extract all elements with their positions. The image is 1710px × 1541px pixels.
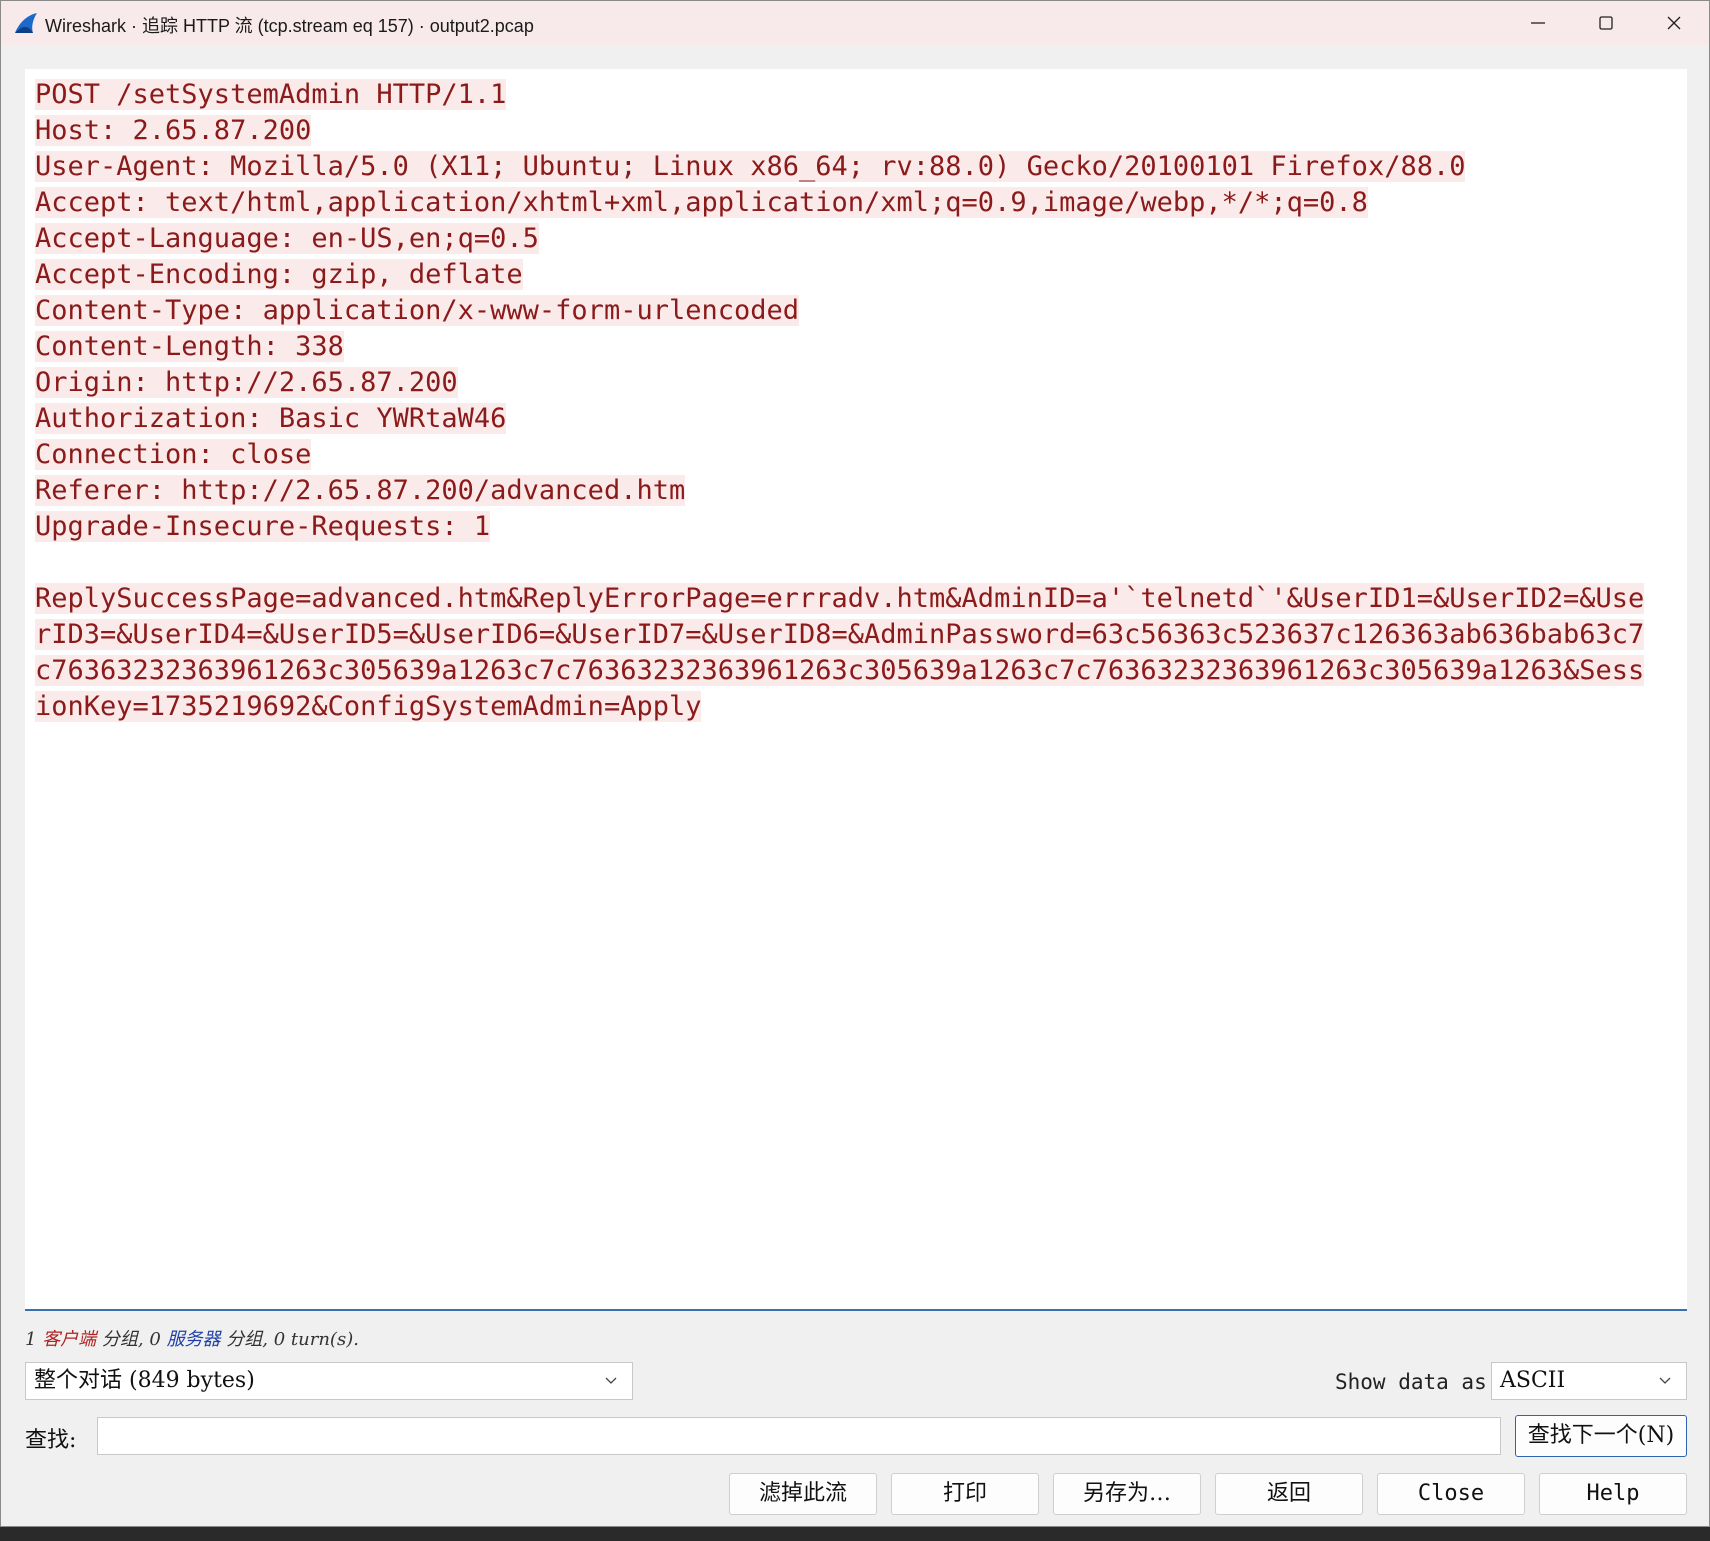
stream-blank-line: [35, 545, 1685, 581]
stream-stats: 1 客户端 分组, 0 服务器 分组, 0 turn(s).: [25, 1325, 359, 1351]
window-title: Wireshark · 追踪 HTTP 流 (tcp.stream eq 157…: [45, 16, 534, 36]
show-data-select-value: ASCII: [1500, 1368, 1566, 1393]
close-icon: [1667, 16, 1681, 30]
stream-body-line: ReplySuccessPage=advanced.htm&ReplyError…: [35, 583, 1645, 614]
server-label: 服务器: [166, 1329, 221, 1350]
stream-text: POST /setSystemAdmin HTTP/1.1 Host: 2.65…: [35, 77, 1685, 725]
stream-line-request: POST /setSystemAdmin HTTP/1.1: [35, 79, 507, 110]
stream-line-origin: Origin: http://2.65.87.200: [35, 367, 458, 398]
stream-line-authorization: Authorization: Basic YWRtaW46: [35, 403, 507, 434]
stream-line-content-length: Content-Length: 338: [35, 331, 344, 362]
show-data-label: Show data as: [1335, 1370, 1487, 1394]
chevron-down-icon: [605, 1377, 617, 1384]
desktop-background: [0, 1527, 1710, 1541]
chevron-down-icon: [1659, 1377, 1671, 1384]
stats-middle: 分组, 0: [101, 1329, 161, 1350]
stream-content-area[interactable]: POST /setSystemAdmin HTTP/1.1 Host: 2.65…: [25, 69, 1687, 1311]
title-bar[interactable]: Wireshark · 追踪 HTTP 流 (tcp.stream eq 157…: [1, 1, 1709, 45]
save-as-button[interactable]: 另存为…: [1053, 1473, 1201, 1515]
stream-line-content-type: Content-Type: application/x-www-form-url…: [35, 295, 800, 326]
client-count: 1: [25, 1329, 37, 1350]
stream-line-user-agent: User-Agent: Mozilla/5.0 (X11; Ubuntu; Li…: [35, 151, 1466, 182]
stream-line-accept-encoding: Accept-Encoding: gzip, deflate: [35, 259, 523, 290]
find-input[interactable]: [97, 1417, 1501, 1455]
stream-body-line: c76363232363961263c305639a1263c7c7636323…: [35, 655, 1645, 686]
stream-line-host: Host: 2.65.87.200: [35, 115, 312, 146]
stream-body-line: ionKey=1735219692&ConfigSystemAdmin=Appl…: [35, 691, 702, 722]
stream-line-connection: Connection: close: [35, 439, 312, 470]
follow-stream-window: Wireshark · 追踪 HTTP 流 (tcp.stream eq 157…: [0, 0, 1710, 1527]
stream-line-accept-language: Accept-Language: en-US,en;q=0.5: [35, 223, 539, 254]
stream-body-line: rID3=&UserID4=&UserID5=&UserID6=&UserID7…: [35, 619, 1645, 650]
minimize-icon: [1531, 22, 1545, 24]
close-window-button[interactable]: [1639, 1, 1709, 45]
conversation-select[interactable]: 整个对话 (849 bytes): [25, 1362, 633, 1400]
back-button[interactable]: 返回: [1215, 1473, 1363, 1515]
minimize-button[interactable]: [1503, 1, 1573, 45]
find-next-button[interactable]: 查找下一个(N): [1515, 1415, 1687, 1457]
stats-tail: 分组, 0 turn(s).: [226, 1329, 359, 1350]
print-button[interactable]: 打印: [891, 1473, 1039, 1515]
help-button[interactable]: Help: [1539, 1473, 1687, 1515]
show-data-select[interactable]: ASCII: [1491, 1362, 1687, 1400]
filter-out-stream-button[interactable]: 滤掉此流: [729, 1473, 877, 1515]
wireshark-fin-icon: [13, 11, 39, 35]
conversation-select-value: 整个对话 (849 bytes): [34, 1368, 255, 1393]
maximize-icon: [1599, 16, 1613, 30]
stream-line-referer: Referer: http://2.65.87.200/advanced.htm: [35, 475, 686, 506]
close-button[interactable]: Close: [1377, 1473, 1525, 1515]
client-label: 客户端: [42, 1329, 97, 1350]
find-label: 查找:: [25, 1428, 77, 1453]
stream-line-accept: Accept: text/html,application/xhtml+xml,…: [35, 187, 1368, 218]
maximize-button[interactable]: [1571, 1, 1641, 45]
stream-line-upgrade: Upgrade-Insecure-Requests: 1: [35, 511, 491, 542]
